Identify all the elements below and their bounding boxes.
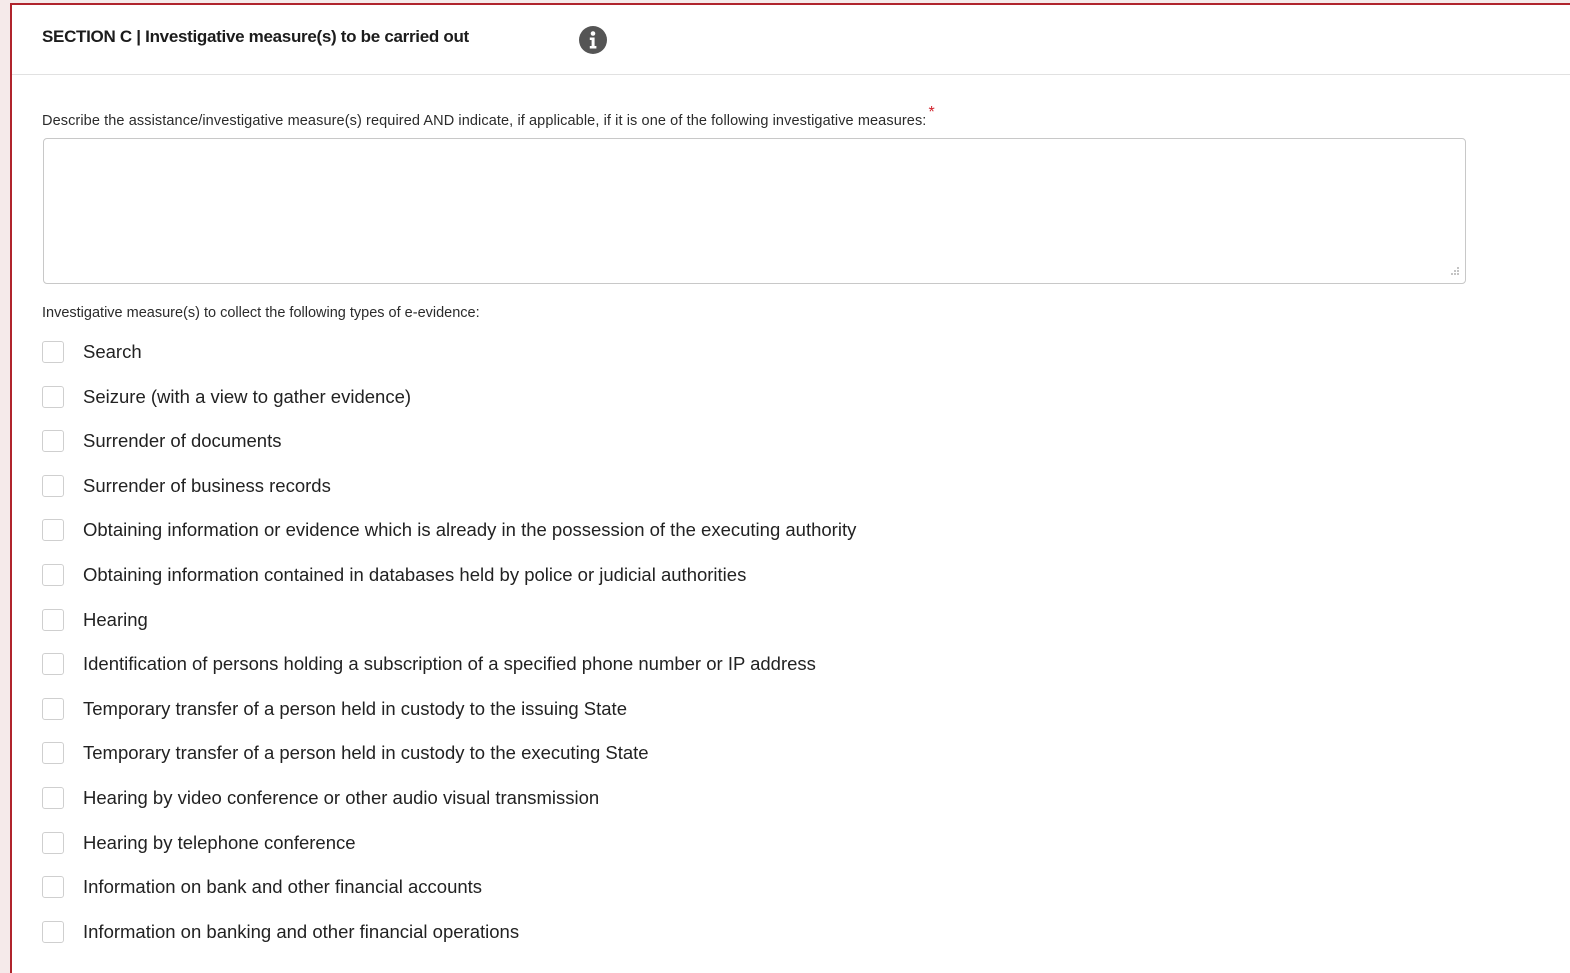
- section-title: SECTION C | Investigative measure(s) to …: [42, 27, 469, 46]
- measure-option[interactable]: Hearing by telephone conference: [42, 829, 856, 874]
- measure-option[interactable]: Obtaining information contained in datab…: [42, 561, 856, 606]
- measure-option[interactable]: Search: [42, 338, 856, 383]
- measure-checkbox[interactable]: [42, 920, 64, 943]
- description-label-text: Describe the assistance/investigative me…: [42, 113, 927, 129]
- evidence-types-list: Search Seizure (with a view to gather evi…: [42, 338, 856, 962]
- measure-label[interactable]: Temporary transfer of a person held in c…: [83, 739, 649, 767]
- measure-label[interactable]: Obtaining information contained in datab…: [83, 561, 746, 589]
- measure-option[interactable]: Obtaining information or evidence which …: [42, 516, 856, 561]
- measure-checkbox[interactable]: [42, 831, 64, 854]
- measure-option[interactable]: Seizure (with a view to gather evidence): [42, 383, 856, 428]
- evidence-types-label: Investigative measure(s) to collect the …: [42, 305, 480, 321]
- measure-label[interactable]: Information on banking and other financi…: [83, 918, 519, 946]
- measure-label[interactable]: Surrender of business records: [83, 472, 331, 500]
- measure-checkbox[interactable]: [42, 474, 64, 497]
- measure-checkbox[interactable]: [42, 876, 64, 899]
- measure-checkbox[interactable]: [42, 519, 64, 542]
- measure-label[interactable]: Search: [83, 338, 142, 366]
- measure-checkbox[interactable]: [42, 653, 64, 676]
- measure-option[interactable]: Temporary transfer of a person held in c…: [42, 739, 856, 784]
- section-header: SECTION C | Investigative measure(s) to …: [12, 5, 1570, 75]
- measure-label[interactable]: Hearing: [83, 606, 148, 634]
- measure-checkbox[interactable]: [42, 742, 64, 765]
- measure-option[interactable]: Information on bank and other financial …: [42, 873, 856, 918]
- measure-option[interactable]: Surrender of documents: [42, 427, 856, 472]
- measure-checkbox[interactable]: [42, 608, 64, 631]
- measure-label[interactable]: Surrender of documents: [83, 427, 281, 455]
- measure-checkbox[interactable]: [42, 385, 64, 408]
- measure-label[interactable]: Seizure (with a view to gather evidence): [83, 383, 411, 411]
- resize-grip-icon[interactable]: [1448, 266, 1460, 278]
- info-icon[interactable]: [578, 25, 608, 55]
- required-asterisk: *: [928, 104, 935, 121]
- measure-option[interactable]: Information on banking and other financi…: [42, 918, 856, 963]
- measure-checkbox[interactable]: [42, 786, 64, 809]
- section-c-panel: SECTION C | Investigative measure(s) to …: [10, 3, 1570, 973]
- measure-label[interactable]: Hearing by video conference or other aud…: [83, 784, 599, 812]
- description-textarea[interactable]: [43, 138, 1466, 284]
- measure-label[interactable]: Hearing by telephone conference: [83, 829, 356, 857]
- measure-option[interactable]: Hearing: [42, 606, 856, 651]
- measure-checkbox[interactable]: [42, 563, 64, 586]
- description-label: Describe the assistance/investigative me…: [42, 104, 935, 130]
- measure-option[interactable]: Temporary transfer of a person held in c…: [42, 695, 856, 740]
- measure-checkbox[interactable]: [42, 697, 64, 720]
- measure-label[interactable]: Information on bank and other financial …: [83, 873, 482, 901]
- measure-option[interactable]: Surrender of business records: [42, 472, 856, 517]
- measure-label[interactable]: Obtaining information or evidence which …: [83, 516, 856, 544]
- measure-checkbox[interactable]: [42, 341, 64, 363]
- measure-option[interactable]: Hearing by video conference or other aud…: [42, 784, 856, 829]
- measure-option[interactable]: Identification of persons holding a subs…: [42, 650, 856, 695]
- measure-label[interactable]: Temporary transfer of a person held in c…: [83, 695, 627, 723]
- measure-checkbox[interactable]: [42, 430, 64, 453]
- measure-label[interactable]: Identification of persons holding a subs…: [83, 650, 816, 678]
